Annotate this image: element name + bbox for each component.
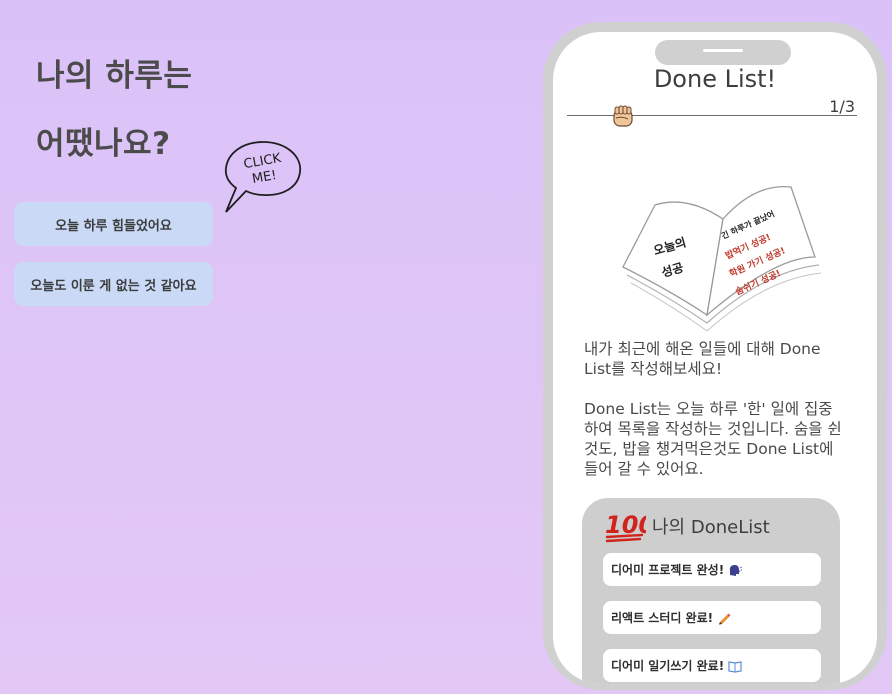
phone-notch xyxy=(655,40,791,65)
pencil-icon xyxy=(719,613,731,624)
click-me-speech-bubble: CLICK ME! xyxy=(224,141,301,213)
donelist-title: 나의 DoneList xyxy=(652,517,770,538)
page-heading-line1: 나의 하루는 xyxy=(36,58,193,94)
choice-hard-day-button[interactable]: 오늘 하루 힘들었어요 xyxy=(14,202,213,246)
phone-mockup: Done List! 1/3 오늘의 성공 긴 하루가 끝났어 밥먹기 성공! xyxy=(543,22,887,690)
me-text: ME! xyxy=(251,168,278,187)
book-icon xyxy=(728,660,742,673)
speech-head-icon xyxy=(730,564,743,576)
done-book-illustration: 오늘의 성공 긴 하루가 끝났어 밥먹기 성공! 학원 가기 성공! 숨쉬기 성… xyxy=(622,185,822,332)
page-indicator: 1/3 xyxy=(829,97,855,116)
phone-title: Done List! xyxy=(653,65,777,93)
intro-description: 내가 최근에 해온 일들에 대해 Done List를 작성해보세요! xyxy=(584,340,821,378)
donelist-header: 100 나의 DoneList xyxy=(604,508,770,544)
donelist-item-text: 디어미 프로젝트 완성! xyxy=(611,563,725,577)
donelist-item[interactable]: 리액트 스터디 완료! xyxy=(603,601,821,634)
page-heading-line2: 어땠나요? xyxy=(36,126,171,162)
donelist-item[interactable]: 디어미 프로젝트 완성! xyxy=(603,553,821,586)
donelist-explanation: Done List는 오늘 하루 '한' 일에 집중하여 목록을 작성하는 것입… xyxy=(584,400,842,478)
donelist-item-text: 디어미 일기쓰기 완료! xyxy=(611,659,725,673)
phone-screen: Done List! 1/3 오늘의 성공 긴 하루가 끝났어 밥먹기 성공! xyxy=(553,32,877,684)
choice-no-achievement-button[interactable]: 오늘도 이룬 게 없는 것 같아요 xyxy=(14,262,213,306)
donelist-item[interactable]: 디어미 일기쓰기 완료! xyxy=(603,649,821,682)
hundred-points-icon: 100 xyxy=(605,511,646,543)
my-donelist-panel: 100 나의 DoneList 디어미 프로젝트 완성! 리액트 스터디 완료! xyxy=(582,498,840,684)
donelist-item-text: 리액트 스터디 완료! xyxy=(611,611,714,625)
raised-fist-icon[interactable] xyxy=(610,104,636,130)
click-text: CLICK xyxy=(242,151,282,172)
